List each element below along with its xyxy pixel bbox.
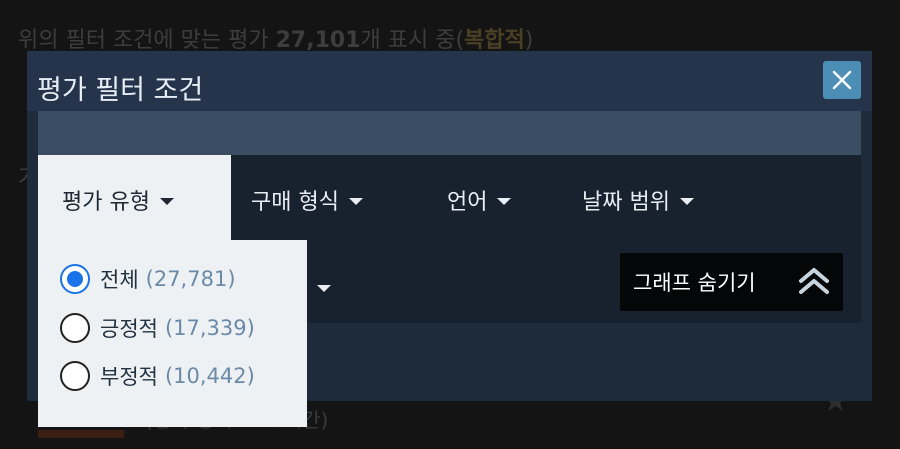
tab-label: 날짜 범위 [582, 190, 670, 215]
summary-suffix: ) [524, 28, 534, 53]
caret-down-icon [348, 198, 363, 205]
tab-review-type[interactable]: 평가 유형 [62, 184, 174, 216]
tab-purchase-type[interactable]: 구매 형식 [251, 184, 363, 216]
tab-language[interactable]: 언어 [447, 184, 512, 216]
option-positive[interactable]: 긍정적 (17,339) [60, 313, 255, 343]
review-type-dropdown: 전체 (27,781) 긍정적 (17,339) 부정적 (10,442) [38, 240, 307, 427]
radio-negative[interactable] [60, 361, 90, 391]
close-button[interactable] [823, 61, 861, 99]
filter-bar-strip [38, 111, 861, 155]
modal-header: 평가 필터 조건 [27, 51, 872, 111]
summary-highlight: 복합적 [464, 28, 525, 53]
tab-label: 구매 형식 [251, 190, 339, 215]
option-label: 부정적 [100, 365, 158, 389]
option-negative[interactable]: 부정적 (10,442) [60, 361, 255, 391]
option-label: 전체 [100, 268, 139, 292]
tab-label: 평가 유형 [62, 190, 150, 215]
radio-all[interactable] [60, 264, 90, 294]
background-badge [38, 430, 124, 438]
tab-label: 언어 [447, 190, 488, 215]
summary-prefix: 위의 필터 조건에 맞는 평가 [18, 28, 276, 53]
option-all[interactable]: 전체 (27,781) [60, 264, 236, 294]
hide-graph-button[interactable]: 그래프 숨기기 [620, 253, 843, 311]
option-count: (17,339) [164, 316, 255, 340]
caret-down-icon [159, 198, 174, 205]
close-icon [832, 70, 852, 90]
modal-title: 평가 필터 조건 [37, 75, 204, 106]
caret-down-icon [679, 198, 694, 205]
caret-down-icon [317, 285, 332, 292]
review-summary-text: 위의 필터 조건에 맞는 평가 27,101개 표시 중(복합적) [18, 22, 533, 54]
hide-graph-label: 그래프 숨기기 [633, 271, 756, 295]
summary-mid: 개 표시 중( [360, 28, 465, 53]
tab-date-range[interactable]: 날짜 범위 [582, 184, 694, 216]
caret-down-icon [497, 198, 512, 205]
radio-positive[interactable] [60, 313, 90, 343]
double-chevron-up-icon [799, 268, 829, 294]
summary-count: 27,101 [275, 28, 361, 53]
option-label: 긍정적 [100, 317, 158, 341]
option-count: (10,442) [164, 364, 255, 388]
option-count: (27,781) [145, 267, 236, 291]
